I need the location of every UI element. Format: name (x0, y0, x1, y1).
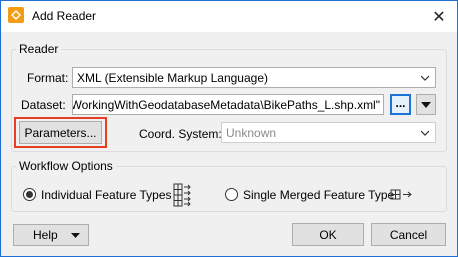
cancel-label: Cancel (389, 227, 428, 242)
chevron-down-icon (421, 75, 429, 81)
coord-system-select[interactable]: Unknown (221, 122, 436, 143)
dataset-menu-button[interactable] (416, 94, 436, 115)
single-merged-feature-type-radio[interactable] (225, 188, 238, 201)
single-merged-feature-type-icon (390, 189, 412, 200)
reader-group-legend: Reader (16, 42, 62, 56)
fme-app-icon (8, 7, 24, 23)
close-icon: ✕ (432, 8, 446, 26)
dialog-title: Add Reader (32, 9, 97, 23)
workflow-group-legend: Workflow Options (16, 159, 116, 173)
cancel-button[interactable]: Cancel (371, 223, 446, 246)
close-button[interactable]: ✕ (421, 1, 457, 32)
coord-system-value: Unknown (226, 125, 277, 140)
triangle-down-icon (421, 101, 431, 108)
individual-feature-types-radio[interactable] (23, 188, 36, 201)
ok-button[interactable]: OK (292, 223, 364, 246)
format-label: Format: (27, 71, 69, 85)
browse-label: ... (395, 95, 406, 110)
individual-feature-types-icon (173, 183, 191, 207)
dataset-label: Dataset: (21, 98, 66, 112)
ok-label: OK (319, 227, 337, 242)
add-reader-dialog: Add Reader ✕ Reader Format: XML (Extensi… (0, 0, 458, 257)
title-bar: Add Reader ✕ (1, 1, 457, 32)
dataset-value: ons\11_WorkingWithGeodatabaseMetadata\Bi… (72, 97, 380, 112)
parameters-button[interactable]: Parameters... (19, 121, 102, 144)
browse-button[interactable]: ... (390, 94, 411, 115)
triangle-down-icon (71, 233, 80, 238)
parameters-label: Parameters... (24, 125, 97, 140)
format-value: XML (Extensible Markup Language) (77, 70, 268, 85)
single-merged-feature-type-label[interactable]: Single Merged Feature Type (243, 188, 394, 202)
individual-feature-types-label[interactable]: Individual Feature Types (41, 188, 172, 202)
dataset-input[interactable]: ons\11_WorkingWithGeodatabaseMetadata\Bi… (72, 94, 384, 115)
format-select[interactable]: XML (Extensible Markup Language) (72, 67, 436, 88)
coord-system-label: Coord. System: (139, 127, 222, 141)
chevron-down-icon (421, 130, 429, 136)
help-button[interactable]: Help (13, 224, 89, 246)
help-label: Help (33, 228, 58, 242)
